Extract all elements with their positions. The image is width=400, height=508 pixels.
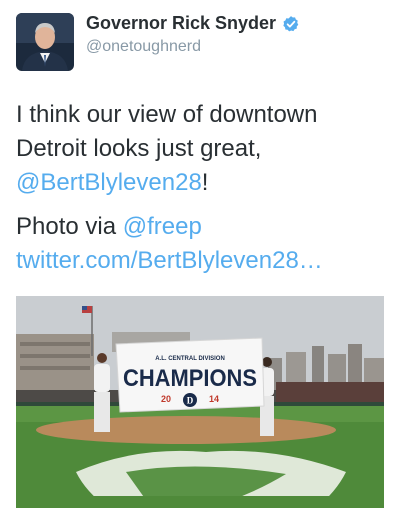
banner-top-text: A.L. CENTRAL DIVISION (155, 356, 225, 362)
banner-year-right: 14 (209, 394, 219, 404)
url-link[interactable]: twitter.com/BertBlyleven28… (16, 247, 323, 274)
tweet-paragraph-1: I think our view of downtown Detroit loo… (16, 98, 386, 200)
tweet-text: I think our view of downtown Detroit loo… (16, 98, 386, 278)
display-name[interactable]: Governor Rick Snyder (86, 13, 276, 34)
banner-year-left: 20 (161, 394, 171, 404)
tweet-text-part: I think our view of downtown Detroit loo… (16, 101, 318, 162)
tweet-text-part: Photo via (16, 213, 123, 240)
tweet-text-part: ! (201, 169, 209, 196)
verified-badge-icon (283, 15, 299, 31)
user-name-row: Governor Rick Snyder (86, 13, 300, 34)
tweet-paragraph-2: Photo via @freep twitter.com/BertBlyleve… (16, 210, 386, 278)
mention-link[interactable]: @BertBlyleven28 (16, 169, 202, 196)
mention-link[interactable]: @freep (123, 213, 202, 240)
banner-main-text: CHAMPIONS (123, 365, 257, 392)
banner-logo-letter: D (187, 396, 194, 406)
avatar[interactable] (16, 13, 74, 71)
user-handle[interactable]: @onetoughnerd (86, 38, 201, 56)
tweet-photo[interactable]: A.L. CENTRAL DIVISION CHAMPIONS 20 D 14 (16, 296, 384, 508)
